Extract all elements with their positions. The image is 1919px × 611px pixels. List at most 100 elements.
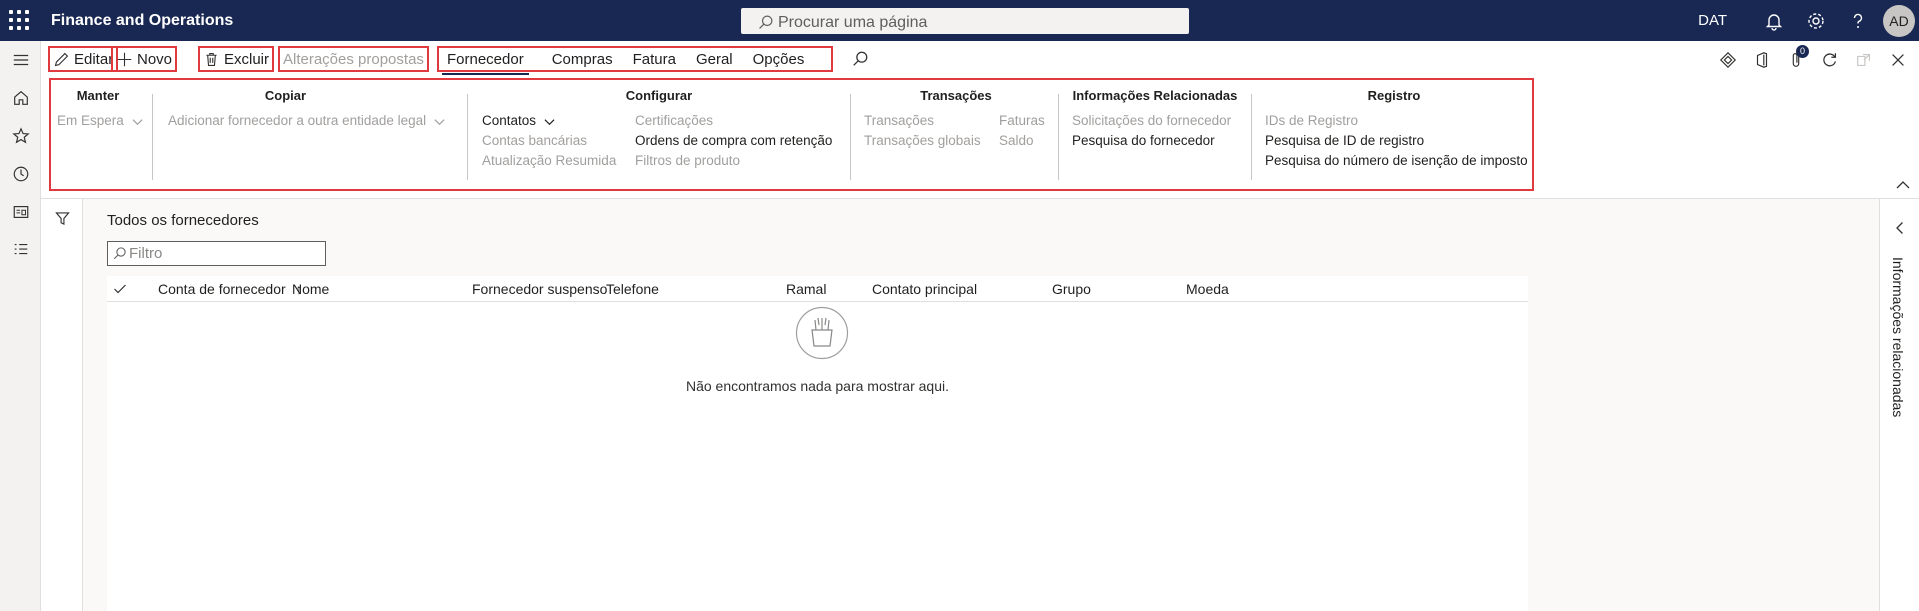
office-icon [1756, 51, 1768, 68]
close-button[interactable] [1883, 45, 1913, 75]
refresh-icon [1823, 52, 1837, 66]
nav-home[interactable] [0, 79, 41, 117]
attachments-button[interactable]: 0 [1781, 44, 1811, 75]
top-navigation-bar: Finance and Operations Procurar uma pági… [0, 0, 1919, 41]
tax-exempt-search-link[interactable]: Pesquisa do número de isenção de imposto [1265, 153, 1528, 168]
clock-icon [13, 166, 28, 182]
column-header-phone[interactable]: Telefone [606, 281, 659, 297]
bank-accounts-link[interactable]: Contas bancárias [482, 133, 587, 148]
new-button[interactable]: Novo [111, 46, 178, 72]
add-vendor-to-entity-label: Adicionar fornecedor a outra entidade le… [168, 113, 427, 128]
column-header-vendor-suspended[interactable]: Fornecedor suspenso [472, 281, 607, 297]
trash-icon [206, 52, 217, 66]
filter-pane-toggle[interactable] [41, 199, 83, 611]
proposed-changes-button[interactable]: Alterações propostas [278, 46, 429, 72]
tab-geral[interactable]: Geral [688, 51, 741, 68]
contacts-label: Contatos [482, 113, 537, 128]
column-header-primary-contact[interactable]: Contato principal [872, 281, 977, 297]
navigation-rail [0, 41, 41, 611]
home-icon [13, 90, 28, 105]
star-icon [11, 127, 30, 144]
empty-state-icon [795, 306, 849, 360]
add-vendor-to-entity-menu[interactable]: Adicionar fornecedor a outra entidade le… [168, 113, 445, 128]
tab-compras[interactable]: Compras [544, 51, 621, 68]
vendors-grid: Conta de fornecedor ↑ Nome Fornecedor su… [107, 276, 1528, 611]
hamburger-icon [13, 54, 28, 66]
company-selector[interactable]: DAT [1698, 12, 1727, 29]
nav-modules[interactable] [0, 231, 41, 269]
chevron-down-icon [132, 119, 143, 126]
chevron-left-icon[interactable] [1893, 221, 1907, 235]
close-icon [1892, 53, 1904, 66]
search-icon [113, 247, 126, 260]
grid-header: Conta de fornecedor ↑ Nome Fornecedor su… [107, 276, 1528, 302]
edit-button[interactable]: Editar [48, 46, 119, 72]
nav-favorites[interactable] [0, 117, 41, 155]
column-label: Conta de fornecedor [158, 281, 286, 297]
chevron-up-icon[interactable] [1895, 177, 1911, 193]
vendor-requests-link[interactable]: Solicitações do fornecedor [1072, 113, 1231, 128]
registration-id-search-link[interactable]: Pesquisa de ID de registro [1265, 133, 1424, 148]
contacts-menu[interactable]: Contatos [482, 113, 555, 128]
group-transacoes: Transações [861, 88, 1051, 106]
summary-update-link[interactable]: Atualização Resumida [482, 153, 616, 168]
user-avatar[interactable]: AD [1883, 4, 1915, 37]
group-configurar: Configurar [471, 88, 847, 106]
product-filters-link[interactable]: Filtros de produto [635, 153, 740, 168]
app-title[interactable]: Finance and Operations [51, 12, 233, 30]
help-icon [1853, 13, 1863, 28]
notifications-button[interactable] [1753, 0, 1795, 41]
column-header-name[interactable]: Nome [292, 281, 329, 297]
purchase-orders-on-hold-link[interactable]: Ordens de compra com retenção [635, 133, 832, 148]
invoices-link[interactable]: Faturas [999, 113, 1045, 128]
refresh-button[interactable] [1815, 45, 1845, 75]
diamond-icon [1719, 51, 1737, 68]
ribbon-tabs: Fornecedor Compras Fatura Geral Opções [437, 46, 833, 75]
on-hold-label: Em Espera [57, 113, 124, 128]
power-apps-button[interactable] [1713, 45, 1743, 75]
related-info-pane[interactable]: Informações relacionadas [1879, 199, 1919, 611]
page-search-input[interactable]: Procurar uma página [741, 8, 1189, 34]
delete-button[interactable]: Excluir [198, 46, 275, 72]
search-placeholder: Procurar uma página [778, 13, 928, 31]
expand-nav-button[interactable] [0, 41, 41, 79]
registration-ids-link[interactable]: IDs de Registro [1265, 113, 1358, 128]
popout-icon [1857, 53, 1870, 66]
balance-link[interactable]: Saldo [999, 133, 1034, 148]
help-button[interactable] [1837, 0, 1879, 41]
settings-button[interactable] [1795, 0, 1837, 41]
action-search-icon[interactable] [851, 50, 869, 68]
tab-fornecedor[interactable]: Fornecedor [439, 51, 532, 75]
tab-opcoes[interactable]: Opções [745, 51, 813, 68]
nav-recent[interactable] [0, 155, 41, 193]
page-title: Todos os fornecedores [107, 212, 259, 229]
nav-workspaces[interactable] [0, 193, 41, 231]
group-title-transacoes: Transações [920, 88, 992, 103]
column-header-extension[interactable]: Ramal [786, 281, 826, 297]
group-title-copiar: Copiar [264, 88, 307, 103]
column-header-currency[interactable]: Moeda [1186, 281, 1229, 297]
select-all-checkmark-icon[interactable] [113, 282, 127, 296]
tab-fatura[interactable]: Fatura [625, 51, 684, 68]
pencil-icon [54, 52, 69, 66]
column-header-group[interactable]: Grupo [1052, 281, 1091, 297]
vendor-lookup-link[interactable]: Pesquisa do fornecedor [1072, 133, 1215, 148]
office-button[interactable] [1747, 45, 1777, 75]
global-transactions-link[interactable]: Transações globais [864, 133, 981, 148]
new-label: Novo [137, 50, 173, 68]
column-header-vendor-account[interactable]: Conta de fornecedor ↑ [158, 281, 303, 297]
group-manter: Manter [51, 88, 145, 106]
plus-icon [117, 52, 132, 66]
group-divider [467, 94, 468, 180]
app-launcher-icon[interactable] [9, 10, 30, 31]
grid-filter-input[interactable]: Filtro [107, 241, 326, 266]
edit-label: Editar [74, 50, 114, 68]
open-new-window-button[interactable] [1849, 45, 1879, 75]
delete-label: Excluir [224, 50, 270, 68]
action-pane: Editar Novo Excluir Alterações propostas… [41, 41, 1919, 78]
on-hold-menu[interactable]: Em Espera [57, 113, 143, 128]
ribbon-panel: Manter Em Espera Copiar Adicionar fornec… [41, 78, 1919, 199]
proposed-changes-label: Alterações propostas [283, 50, 424, 68]
transactions-link[interactable]: Transações [864, 113, 934, 128]
certifications-link[interactable]: Certificações [635, 113, 713, 128]
